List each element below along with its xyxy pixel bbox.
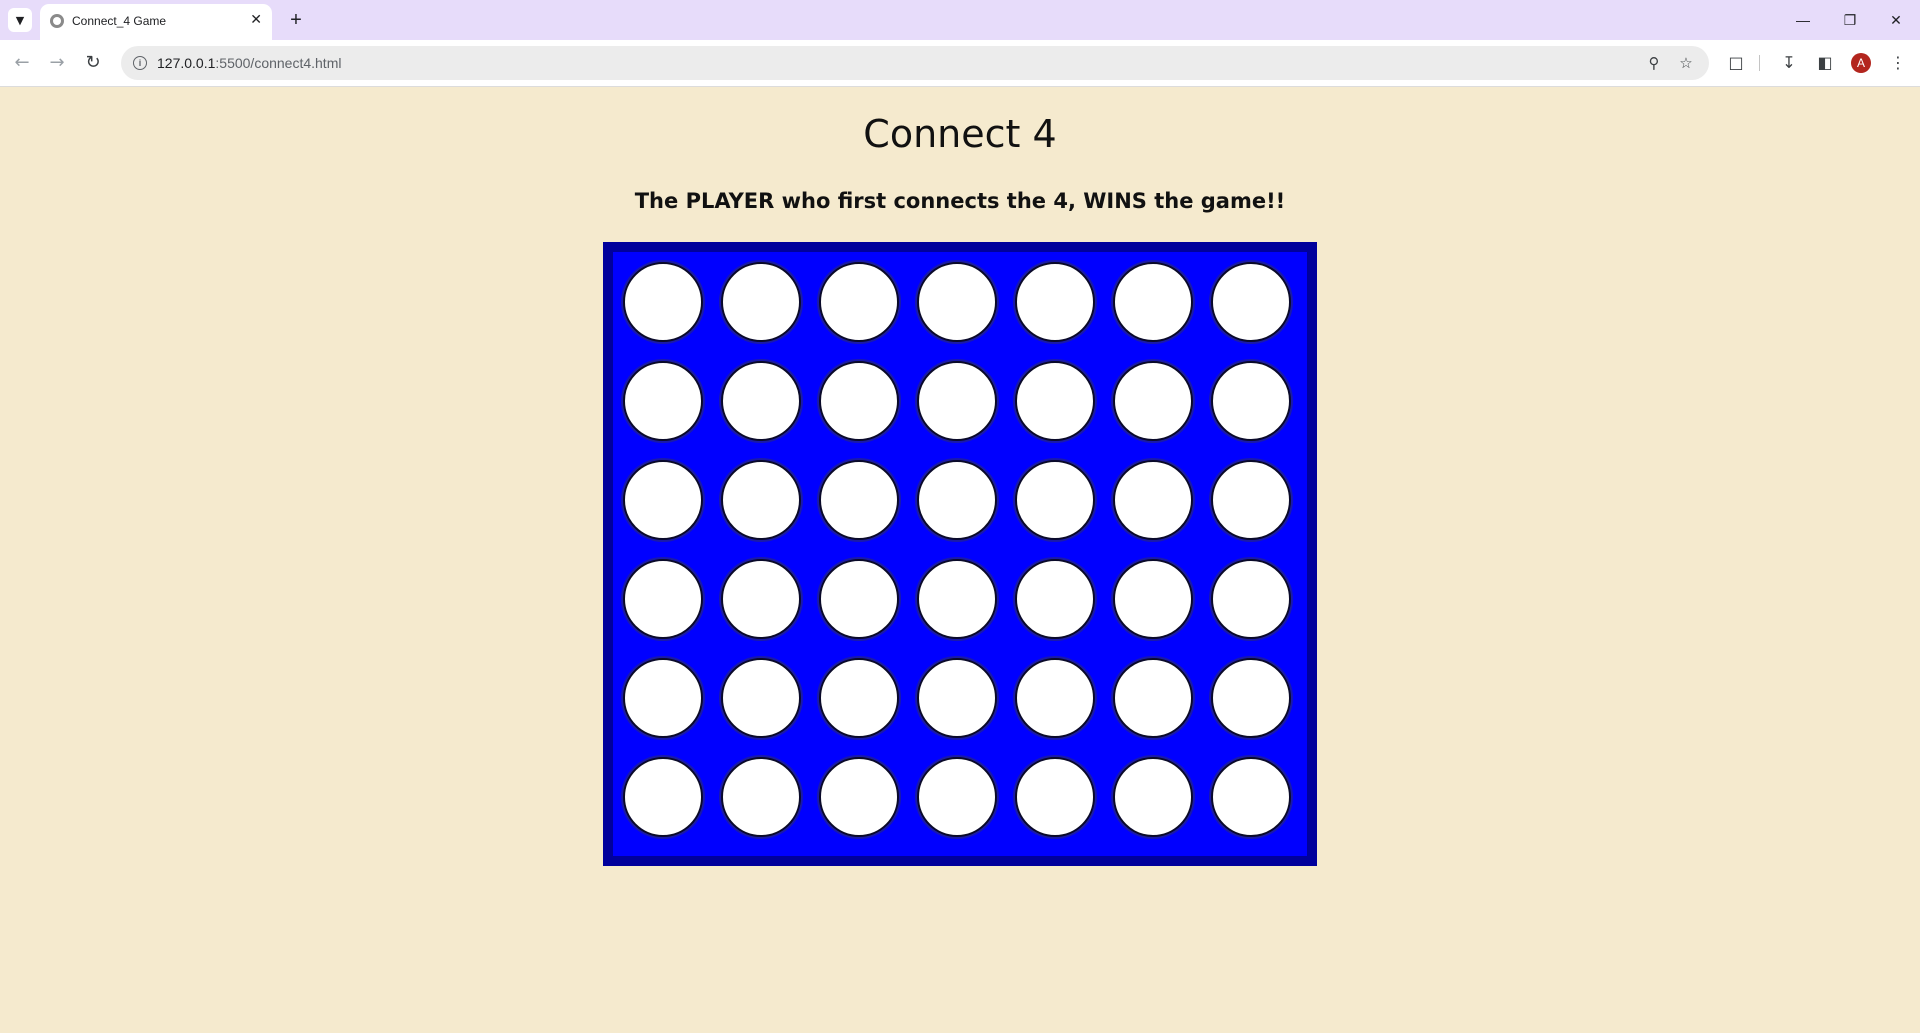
back-button[interactable]: ←: [8, 49, 36, 77]
url-text[interactable]: 127.0.0.1:5500/connect4.html: [157, 55, 341, 71]
board-cell-r1-c7[interactable]: [1211, 262, 1291, 342]
game-instructions: The PLAYER who first connects the 4, WIN…: [634, 189, 1286, 213]
board-cell-r6-c1[interactable]: [623, 757, 703, 837]
board-cell-r6-c2[interactable]: [721, 757, 801, 837]
board-cell-r5-c4[interactable]: [917, 658, 997, 738]
board-cell-r1-c6[interactable]: [1113, 262, 1193, 342]
new-tab-button[interactable]: +: [282, 6, 310, 34]
toolbar-divider: [1759, 55, 1760, 71]
forward-button[interactable]: →: [43, 49, 71, 77]
board-cell-r3-c4[interactable]: [917, 460, 997, 540]
board-cell-r6-c4[interactable]: [917, 757, 997, 837]
board-cell-r4-c2[interactable]: [721, 559, 801, 639]
board-cell-r5-c6[interactable]: [1113, 658, 1193, 738]
board-cell-r1-c3[interactable]: [819, 262, 899, 342]
restore-button[interactable]: ❐: [1833, 6, 1867, 34]
board-cell-r6-c5[interactable]: [1015, 757, 1095, 837]
bookmark-star-icon[interactable]: ☆: [1676, 53, 1696, 73]
zoom-icon[interactable]: ⚲: [1644, 53, 1664, 73]
board-cell-r5-c5[interactable]: [1015, 658, 1095, 738]
window-close-button[interactable]: ✕: [1879, 6, 1913, 34]
more-menu-icon[interactable]: ⋮: [1886, 51, 1910, 75]
board-cell-r4-c5[interactable]: [1015, 559, 1095, 639]
board-cell-r3-c5[interactable]: [1015, 460, 1095, 540]
board-cell-r2-c4[interactable]: [917, 361, 997, 441]
tab-strip: ▼ Connect_4 Game ✕ + — ❐ ✕: [0, 0, 1920, 40]
board-cell-r2-c3[interactable]: [819, 361, 899, 441]
page-title: Connect 4: [863, 112, 1057, 156]
tab-title: Connect_4 Game: [72, 14, 167, 28]
globe-icon: [50, 14, 64, 28]
url-host: 127.0.0.1: [157, 55, 216, 71]
board-cell-r6-c6[interactable]: [1113, 757, 1193, 837]
board-cell-r1-c2[interactable]: [721, 262, 801, 342]
url-path: :5500/connect4.html: [215, 55, 342, 71]
board-cell-r1-c1[interactable]: [623, 262, 703, 342]
board-cell-r6-c3[interactable]: [819, 757, 899, 837]
board-cell-r3-c2[interactable]: [721, 460, 801, 540]
address-bar[interactable]: i 127.0.0.1:5500/connect4.html ⚲ ☆: [121, 46, 1709, 80]
board-cell-r3-c7[interactable]: [1211, 460, 1291, 540]
board-cell-r5-c3[interactable]: [819, 658, 899, 738]
chevron-down-icon: ▼: [15, 13, 25, 27]
board-cell-r2-c1[interactable]: [623, 361, 703, 441]
tab-connect4[interactable]: Connect_4 Game ✕: [40, 4, 272, 40]
board-cell-r3-c6[interactable]: [1113, 460, 1193, 540]
browser-toolbar: ← → ↻ i 127.0.0.1:5500/connect4.html ⚲ ☆…: [0, 40, 1920, 87]
board-cell-r1-c5[interactable]: [1015, 262, 1095, 342]
info-icon[interactable]: i: [133, 56, 147, 70]
board-cell-r4-c1[interactable]: [623, 559, 703, 639]
tab-search-button[interactable]: ▼: [8, 8, 32, 32]
download-icon[interactable]: ↧: [1777, 51, 1801, 75]
board-cell-r6-c7[interactable]: [1211, 757, 1291, 837]
extensions-icon[interactable]: □: [1724, 51, 1748, 75]
board-cell-r4-c7[interactable]: [1211, 559, 1291, 639]
arrow-left-icon: ←: [14, 52, 30, 73]
game-board: [603, 242, 1317, 866]
board-cell-r4-c3[interactable]: [819, 559, 899, 639]
reload-button[interactable]: ↻: [79, 49, 107, 77]
minimize-button[interactable]: —: [1786, 6, 1820, 34]
profile-avatar[interactable]: A: [1851, 53, 1871, 73]
side-panel-icon[interactable]: ◧: [1813, 51, 1837, 75]
arrow-right-icon: →: [49, 52, 65, 73]
board-cell-r5-c7[interactable]: [1211, 658, 1291, 738]
board-cell-r3-c3[interactable]: [819, 460, 899, 540]
reload-icon: ↻: [85, 52, 101, 73]
board-cell-r4-c4[interactable]: [917, 559, 997, 639]
tab-close-button[interactable]: ✕: [250, 11, 262, 28]
board-cell-r2-c2[interactable]: [721, 361, 801, 441]
board-cell-r4-c6[interactable]: [1113, 559, 1193, 639]
board-cell-r3-c1[interactable]: [623, 460, 703, 540]
board-cell-r1-c4[interactable]: [917, 262, 997, 342]
board-cell-r2-c7[interactable]: [1211, 361, 1291, 441]
board-cell-r5-c2[interactable]: [721, 658, 801, 738]
board-cell-r2-c5[interactable]: [1015, 361, 1095, 441]
board-cell-r5-c1[interactable]: [623, 658, 703, 738]
board-cell-r2-c6[interactable]: [1113, 361, 1193, 441]
